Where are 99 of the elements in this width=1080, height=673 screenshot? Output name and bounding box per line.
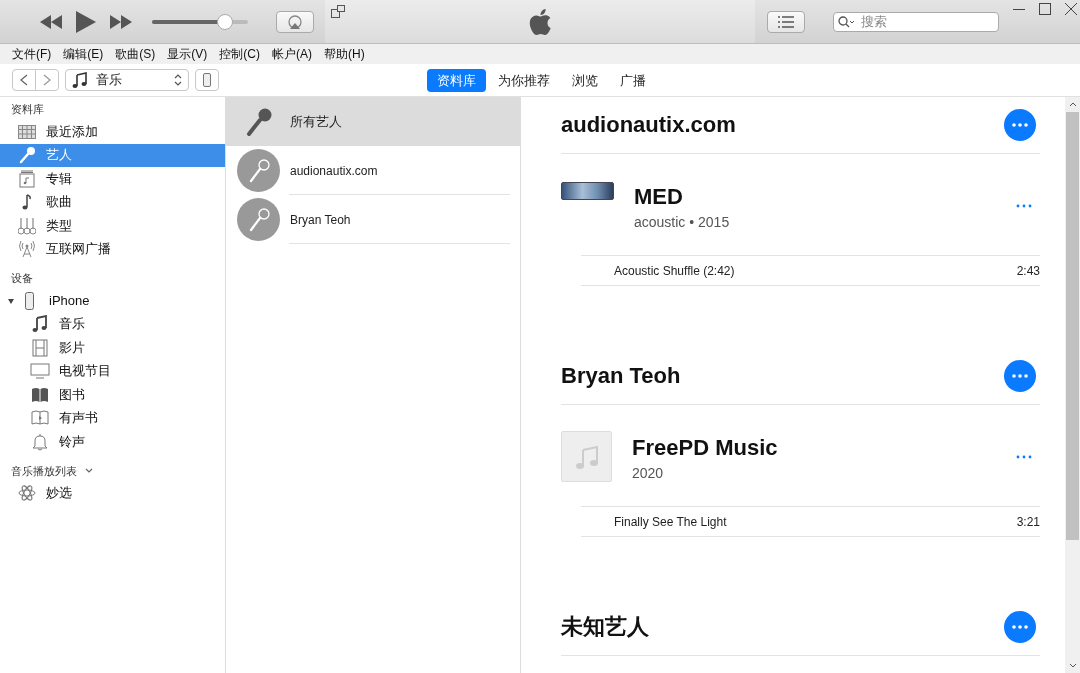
artist-heading: audionautix.com [561,112,736,138]
close-button[interactable] [1065,3,1077,15]
ellipsis-icon [1012,123,1028,127]
rewind-icon [40,14,62,29]
guitars-icon [17,216,37,235]
miniplayer-icon [331,5,345,18]
volume-slider[interactable] [152,13,248,30]
grid-icon [17,124,37,139]
device-item[interactable]: iPhone [0,289,225,313]
section-heading: 资料库 [11,102,44,117]
fast-forward-icon [110,14,132,29]
tab[interactable]: 为你推荐 [488,69,560,92]
microphone-icon [17,146,37,165]
more-button[interactable] [1004,360,1036,392]
search-field[interactable]: 搜索 [833,11,999,32]
section-heading: 音乐播放列表 [11,463,77,479]
menu-item[interactable]: 文件(F) [6,45,58,63]
sidebar-item[interactable]: 图书 [0,383,225,407]
disclosure-triangle-icon[interactable] [7,296,15,305]
sidebar-item[interactable]: 妙选 [0,481,225,505]
miniplayer-button[interactable] [331,5,345,18]
sidebar-item[interactable]: 专辑 [0,167,225,191]
music-note-icon [72,72,88,88]
ellipsis-icon [1016,455,1032,459]
book-icon [30,386,50,403]
album-artwork-placeholder [561,431,612,482]
album-subtitle: acoustic • 2015 [634,214,731,230]
chevron-right-icon [43,74,51,86]
more-button[interactable] [1004,611,1036,643]
album-subtitle: 2020 [632,465,665,481]
sidebar-item[interactable]: 有声书 [0,406,225,430]
phone-icon [203,73,211,87]
media-picker[interactable]: 音乐 [65,69,189,91]
artist-list-item[interactable]: 所有艺人 [226,97,520,146]
artist-avatar [237,149,280,192]
track-row[interactable]: Finally See The Light 3:21 [581,506,1040,537]
rewind-button[interactable] [40,14,62,29]
album-more-button[interactable] [1016,204,1032,208]
album-title: FreePD Music [632,435,779,461]
more-button[interactable] [1004,109,1036,141]
album-more-button[interactable] [1016,455,1032,459]
antenna-icon [17,240,37,259]
bell-icon [30,432,50,451]
ellipsis-icon [1012,374,1028,378]
maximize-button[interactable] [1039,3,1051,15]
artist-list-item[interactable]: Bryan Teoh [226,195,520,244]
play-button[interactable] [76,10,96,33]
close-icon [1065,3,1077,15]
tab[interactable]: 资料库 [427,69,486,92]
sidebar-item[interactable]: 类型 [0,214,225,238]
atom-icon [17,484,37,503]
track-duration: 3:21 [1016,514,1040,529]
menu-item[interactable]: 歌曲(S) [109,45,162,63]
tab[interactable]: 广播 [610,69,656,92]
up-down-chevron-icon [174,74,182,86]
track-title: Finally See The Light [614,514,727,529]
artist-heading: Bryan Teoh [561,363,681,389]
audiobook-icon [30,409,50,428]
music-note-icon [30,315,50,334]
menu-item[interactable]: 控制(C) [213,45,266,63]
artist-list-item[interactable]: audionautix.com [226,146,520,195]
back-button[interactable] [12,69,36,91]
sidebar-item[interactable]: 最近添加 [0,120,225,144]
apple-logo-icon [528,7,552,36]
list-icon [778,15,794,28]
menu-item[interactable]: 显示(V) [161,45,214,63]
forward-button[interactable] [35,69,59,91]
airplay-button[interactable] [276,10,314,33]
sidebar-item[interactable]: 铃声 [0,430,225,454]
album-icon [17,169,37,188]
album-title: MED [634,184,684,210]
artist-heading: 未知艺人 [561,613,649,641]
track-title: Acoustic Shuffle (2:42) [614,263,735,278]
sidebar-item[interactable]: 电视节目 [0,359,225,383]
album-artwork [561,182,614,200]
section-heading: 设备 [11,271,33,286]
track-duration: 2:43 [1016,263,1040,278]
fast-forward-button[interactable] [110,14,132,29]
airplay-icon [287,14,303,29]
menu-item[interactable]: 编辑(E) [57,45,110,63]
menu-item[interactable]: 帐户(A) [266,45,318,63]
sidebar-item[interactable]: 歌曲 [0,190,225,214]
sidebar-item[interactable]: 影片 [0,336,225,360]
film-icon [30,338,50,357]
artist-avatar [237,198,280,241]
track-row[interactable]: Acoustic Shuffle (2:42) 2:43 [581,255,1040,286]
tab[interactable]: 浏览 [562,69,608,92]
play-icon [76,10,96,33]
ellipsis-icon [1016,204,1032,208]
maximize-icon [1039,3,1051,15]
tv-icon [30,363,50,380]
chevron-left-icon [20,74,28,86]
device-button[interactable] [195,69,219,91]
ellipsis-icon [1012,625,1028,629]
sidebar-item[interactable]: 音乐 [0,312,225,336]
search-icon [838,15,856,28]
sidebar-item[interactable]: 互联网广播 [0,237,225,261]
list-view-button[interactable] [767,10,805,33]
menu-item[interactable]: 帮助(H) [318,45,371,63]
